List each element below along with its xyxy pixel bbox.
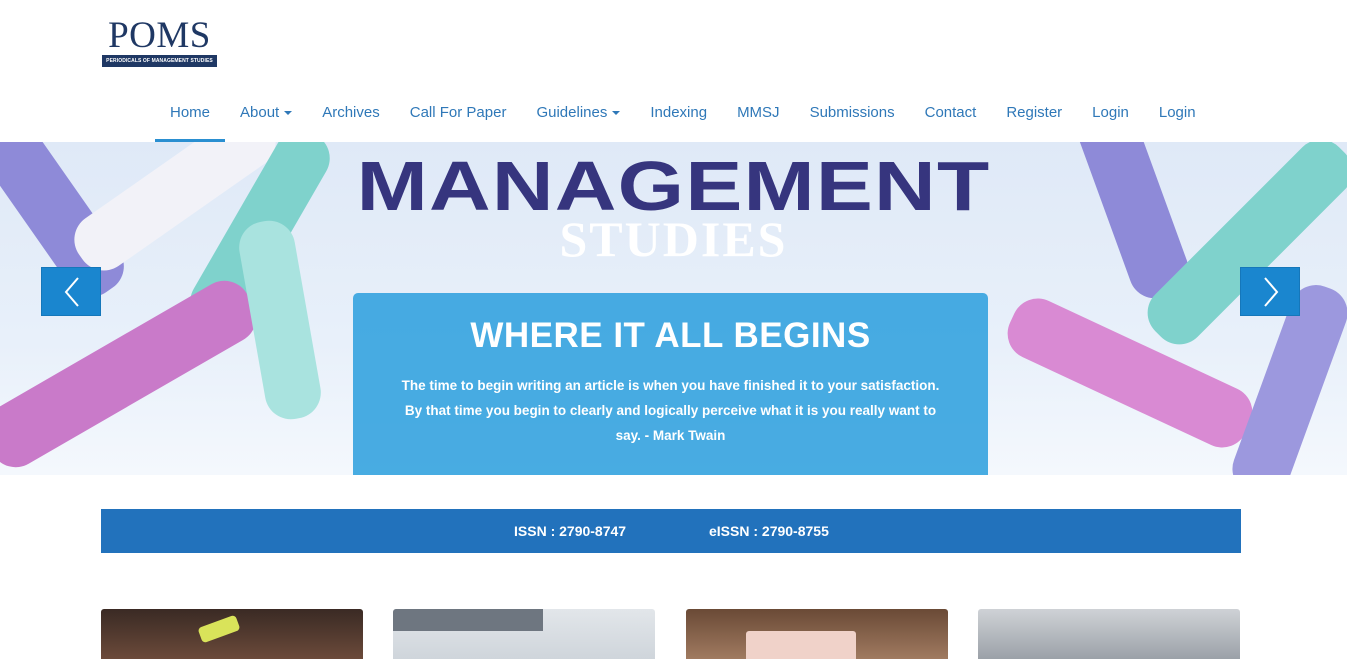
nav-label: Register (1006, 104, 1063, 121)
issn-print: ISSN : 2790-8747 (514, 523, 627, 539)
caret-down-icon (612, 111, 621, 116)
hero-subtitle: STUDIES (559, 211, 788, 267)
nav-item-contact[interactable]: Contact (910, 92, 992, 142)
highlighter-image (197, 614, 241, 644)
chevron-left-icon (64, 277, 79, 307)
caption-title: WHERE IT ALL BEGINS (470, 316, 871, 355)
nav-item-submissions[interactable]: Submissions (795, 92, 910, 142)
caption-quote: The time to begin writing an article is … (401, 378, 940, 443)
chevron-right-icon (1264, 277, 1279, 307)
caret-down-icon (284, 111, 293, 116)
book-illustration (0, 271, 266, 475)
nav-label: Submissions (809, 104, 895, 121)
nav-label: Contact (924, 104, 977, 121)
keyboard-image (393, 609, 543, 631)
nav-item-archives[interactable]: Archives (307, 92, 395, 142)
carousel-caption: WHERE IT ALL BEGINS The time to begin wr… (353, 293, 988, 475)
issn-online: eISSN : 2790-8755 (709, 523, 829, 539)
nav-label: Login (1158, 104, 1196, 121)
nav-item-login-2[interactable]: Login (1144, 92, 1211, 142)
nav-label: Indexing (650, 104, 708, 121)
nav-item-home[interactable]: Home (155, 92, 226, 142)
nav-label: Archives (322, 104, 380, 121)
carousel-next-button[interactable] (1240, 267, 1300, 316)
nav-item-call-for-paper[interactable]: Call For Paper (395, 92, 522, 142)
nav-label: About (240, 104, 280, 121)
nav-item-indexing[interactable]: Indexing (635, 92, 722, 142)
feature-card-image[interactable] (101, 609, 363, 659)
nav-item-about[interactable]: About (225, 92, 307, 142)
nav-label: Call For Paper (409, 104, 507, 121)
carousel-prev-button[interactable] (41, 267, 101, 316)
nav-item-mmsj[interactable]: MMSJ (722, 92, 795, 142)
logo-subtitle-bar: PERIODICALS OF MANAGEMENT STUDIES (102, 55, 217, 67)
nav-item-guidelines[interactable]: Guidelines (521, 92, 635, 142)
feature-card-image[interactable] (393, 609, 655, 659)
site-logo[interactable]: POMS PERIODICALS OF MANAGEMENT STUDIES (101, 17, 218, 69)
nav-item-register[interactable]: Register (991, 92, 1077, 142)
feature-card-image[interactable] (686, 609, 948, 659)
nav-label: MMSJ (737, 104, 780, 121)
nav-item-login[interactable]: Login (1077, 92, 1144, 142)
book-illustration (999, 289, 1261, 457)
nav-label: Login (1092, 104, 1129, 121)
nav-label: Guidelines (536, 104, 608, 121)
feature-card-image[interactable] (978, 609, 1240, 659)
site-header: POMS PERIODICALS OF MANAGEMENT STUDIES H… (0, 0, 1347, 143)
issn-bar: ISSN : 2790-8747 eISSN : 2790-8755 (101, 509, 1241, 553)
logo-title: POMS (108, 15, 211, 56)
main-nav: Home About Archives Call For Paper Guide… (155, 92, 1211, 142)
nav-label: Home (170, 104, 211, 121)
notebook-image (746, 631, 856, 659)
logo-subtitle: PERIODICALS OF MANAGEMENT STUDIES (106, 58, 213, 64)
hero-carousel: MANAGEMENT STUDIES WHERE IT ALL BEGINS T… (0, 142, 1347, 475)
